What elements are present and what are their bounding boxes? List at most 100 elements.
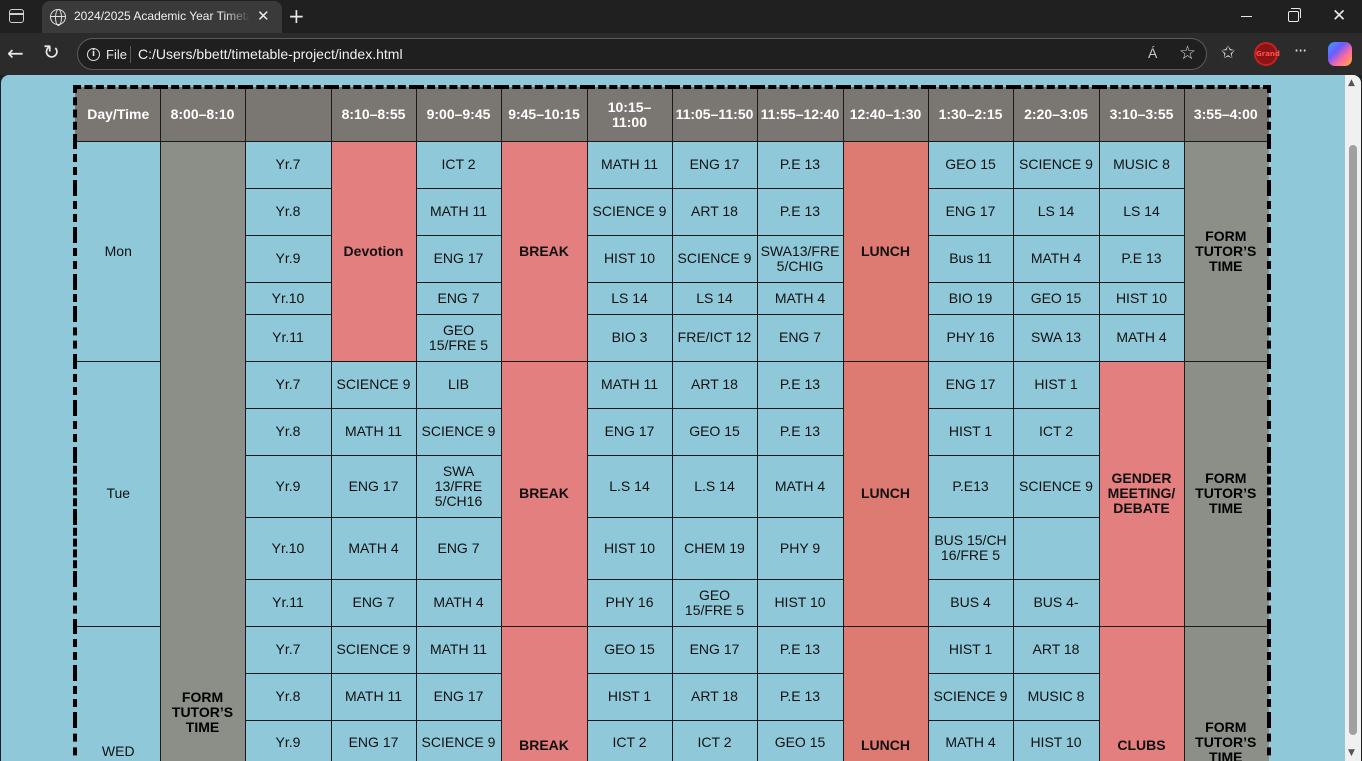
scroll-up-arrow-icon[interactable]: ▲	[1348, 78, 1355, 88]
header-cell: 9:45–10:15	[500, 86, 588, 142]
class-cell: P.E13	[927, 454, 1014, 518]
break-cell: BREAK	[500, 140, 588, 362]
gender-meeting-cell: GENDER MEETING/ DEBATE	[1098, 360, 1185, 627]
class-cell: GEO 15/FRE 5	[671, 578, 758, 627]
form-tutor-cell: FORM TUTOR’S TIME	[1183, 360, 1270, 627]
header-cell: 2:20–3:05	[1012, 86, 1100, 142]
class-cell: BIO 3	[586, 313, 673, 362]
class-cell: SCIENCE 9	[1012, 454, 1100, 518]
class-cell: MATH 11	[586, 360, 673, 409]
class-cell: MATH 4	[330, 516, 417, 580]
class-cell: ART 18	[671, 187, 758, 236]
back-arrow-icon[interactable]: ←	[7, 41, 24, 65]
class-cell: P.E 13	[756, 672, 844, 721]
class-cell: MUSIC 8	[1098, 140, 1185, 189]
table-row: Yr.9 ENG 17 SCIENCE 9 ICT 2 ICT 2 GEO 15…	[75, 719, 1269, 761]
class-cell: MATH 4	[756, 454, 844, 518]
header-cell: 10:15–11:00	[586, 86, 673, 142]
browser-tab[interactable]: 2024/2025 Academic Year Timetable ✕	[42, 1, 282, 33]
header-cell: 1:30–2:15	[927, 86, 1014, 142]
header-cell: 3:55–4:00	[1183, 86, 1270, 142]
copilot-icon[interactable]	[1328, 42, 1352, 66]
year-cell: Yr.7	[244, 140, 332, 189]
class-cell: ENG 7	[415, 281, 502, 315]
class-cell: HIST 10	[586, 234, 673, 283]
read-aloud-icon[interactable]: Á	[1148, 45, 1157, 61]
header-cell: 11:55–12:40	[756, 86, 844, 142]
class-cell: SCIENCE 9	[330, 360, 417, 409]
more-options-icon[interactable]: ···	[1294, 41, 1307, 60]
class-cell: LIB	[415, 360, 502, 409]
class-cell: BUS 4-	[1012, 578, 1100, 627]
extension-icon[interactable]: Grand	[1254, 42, 1280, 66]
class-cell: ART 18	[671, 672, 758, 721]
lunch-cell: LUNCH	[842, 625, 929, 761]
form-tutor-cell: FORM TUTOR’S TIME	[1183, 625, 1270, 761]
year-cell: Yr.9	[244, 719, 332, 761]
class-cell: ICT 2	[415, 140, 502, 189]
header-cell: Day/Time	[74, 86, 161, 142]
tab-actions-icon[interactable]	[9, 9, 24, 23]
class-cell: MATH 4	[415, 578, 502, 627]
restore-icon[interactable]	[1288, 8, 1301, 22]
class-cell: SCIENCE 9	[415, 407, 502, 456]
class-cell: MATH 4	[927, 719, 1014, 761]
table-row: Tue Yr.7 SCIENCE 9 LIB BREAK MATH 11 ART…	[74, 360, 1270, 627]
year-cell: Yr.8	[244, 407, 332, 456]
class-cell: HIST 10	[756, 578, 844, 627]
favorites-icon[interactable]: ✩	[1221, 43, 1235, 63]
vertical-scrollbar[interactable]: ▲ ▼	[1345, 75, 1361, 761]
table-row: Yr.11 ENG 7 MATH 4 PHY 16 GEO 15/FRE 5 H…	[75, 578, 1269, 627]
class-cell: GEO 15/FRE 5	[415, 313, 502, 362]
lunch-cell: LUNCH	[842, 360, 929, 627]
class-cell: ENG 17	[671, 625, 758, 674]
class-cell: PHY 16	[927, 313, 1014, 362]
class-cell: ENG 17	[927, 187, 1014, 236]
year-cell: Yr.8	[244, 187, 332, 236]
class-cell: MATH 11	[415, 187, 502, 236]
scroll-down-arrow-icon[interactable]: ▼	[1348, 748, 1355, 758]
title-bar: 2024/2025 Academic Year Timetable ✕ + ✕	[0, 0, 1362, 33]
class-cell: HIST 1	[586, 672, 673, 721]
table-row: Yr.8 MATH 11 ENG 17 HIST 1 ART 18 P.E 13…	[75, 672, 1269, 721]
class-cell: ICT 2	[671, 719, 758, 761]
class-cell: SCIENCE 9	[927, 672, 1014, 721]
tab-close-icon[interactable]: ✕	[257, 7, 270, 25]
header-cell: 9:00–9:45	[415, 86, 502, 142]
class-cell: P.E 13	[756, 140, 844, 189]
scroll-thumb[interactable]	[1349, 145, 1357, 735]
table-row: Yr.9 ENG 17 HIST 10 SCIENCE 9 SWA13/FRE5…	[75, 234, 1269, 283]
header-row: Day/Time 8:00–8:10 8:10–8:55 9:00–9:45 9…	[74, 86, 1270, 142]
class-cell: ICT 2	[1012, 407, 1100, 456]
class-cell: SCIENCE 9	[586, 187, 673, 236]
address-bar[interactable]: i File C:/Users/bbett/timetable-project/…	[77, 38, 1207, 70]
url-text[interactable]: C:/Users/bbett/timetable-project/index.h…	[138, 46, 403, 62]
table-row: Mon FORM TUTOR’S TIME Yr.7 Devotion ICT …	[74, 140, 1270, 761]
class-cell: LS 14	[586, 281, 673, 315]
class-cell: MUSIC 8	[1012, 672, 1100, 721]
class-cell: ENG 17	[330, 454, 417, 518]
reload-icon[interactable]: ↻	[43, 40, 60, 64]
class-cell: ENG 17	[586, 407, 673, 456]
header-cell: 8:00–8:10	[159, 86, 246, 142]
form-tutor-cell: FORM TUTOR’S TIME	[1183, 140, 1270, 362]
class-cell	[1012, 516, 1100, 580]
browser-toolbar: ← ↻ i File C:/Users/bbett/timetable-proj…	[0, 33, 1362, 75]
class-cell: FRE/ICT 12	[671, 313, 758, 362]
table-row: Yr.8 MATH 11 SCIENCE 9 ART 18 P.E 13 ENG…	[75, 187, 1269, 236]
minimize-icon[interactable]	[1241, 16, 1252, 18]
class-cell: ART 18	[671, 360, 758, 409]
class-cell: Bus 11	[927, 234, 1014, 283]
address-scheme-label: File	[106, 47, 127, 62]
class-cell: MATH 11	[415, 625, 502, 674]
new-tab-button[interactable]: +	[288, 4, 305, 28]
class-cell: GEO 15	[586, 625, 673, 674]
add-favorite-icon[interactable]: ☆	[1179, 42, 1196, 64]
class-cell: L.S 14	[671, 454, 758, 518]
class-cell: MATH 4	[1012, 234, 1100, 283]
class-cell: CHEM 19	[671, 516, 758, 580]
break-cell: BREAK	[500, 625, 588, 761]
window-close-icon[interactable]: ✕	[1332, 6, 1346, 26]
info-icon[interactable]: i	[87, 48, 100, 61]
devotion-cell: Devotion	[330, 140, 417, 362]
